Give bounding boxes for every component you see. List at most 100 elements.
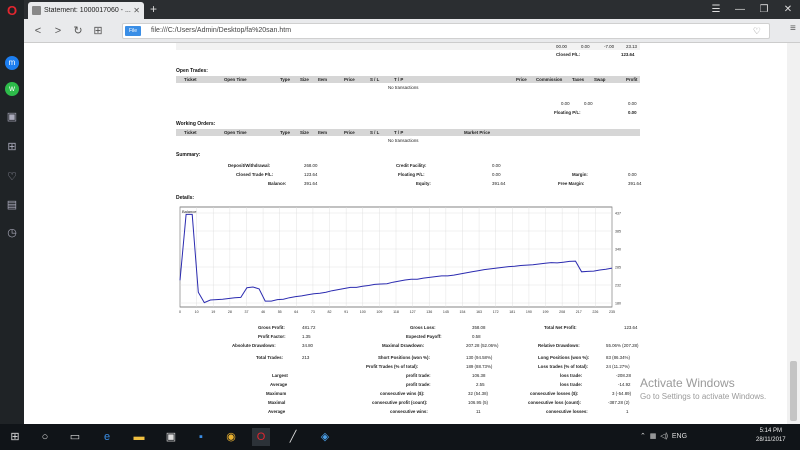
table-cell: 00.00 (556, 44, 567, 49)
new-tab-icon[interactable]: + (150, 1, 157, 18)
history-icon[interactable]: ◷ (5, 226, 19, 240)
x-tick-label: 172 (493, 310, 499, 314)
stat-label: Average (268, 409, 286, 414)
x-tick-label: 163 (476, 310, 482, 314)
tray-up-icon[interactable]: ⌃ (640, 433, 646, 440)
stat-label: consecutive profit (count): (372, 400, 428, 405)
x-tick-label: 37 (244, 310, 248, 314)
x-tick-label: 118 (393, 310, 399, 314)
whatsapp-icon[interactable]: w (5, 82, 19, 96)
tab-menu-icon[interactable]: ☰ (704, 0, 728, 19)
edge-icon[interactable]: e (98, 428, 116, 446)
x-tick-label: 109 (376, 310, 382, 314)
stats-row-6: Largest profit trade: 106.38 loss trade:… (176, 372, 640, 379)
summary-value: 391.64 (492, 181, 506, 186)
url-input[interactable]: File file:///C:/Users/Admin/Desktop/fa%2… (122, 23, 770, 39)
summary-value: 0.00 (628, 172, 637, 177)
search-icon[interactable]: ○ (36, 428, 54, 446)
y-tick-label: 180 (615, 302, 621, 306)
closed-pl-value: 123.64 (621, 52, 635, 57)
speed-dial-icon[interactable]: ⊞ (5, 140, 19, 154)
camera-icon[interactable]: ▣ (5, 110, 19, 124)
summary-row-1: Deposit/Withdrawal: 268.00 Credit Facili… (176, 162, 640, 169)
col-header: Type (280, 130, 290, 135)
x-tick-label: 217 (576, 310, 582, 314)
stat-value: 1.35 (302, 334, 311, 339)
x-tick-label: 226 (592, 310, 598, 314)
summary-label: Free Margin: (558, 181, 585, 186)
address-bar: < > ↻ ⊞ File file:///C:/Users/Admin/Desk… (24, 19, 800, 43)
x-tick-label: 199 (543, 310, 549, 314)
stats-row-4: Total Trades: 213 Short Positions (won %… (176, 354, 640, 361)
news-icon[interactable]: ▤ (5, 198, 19, 212)
language-indicator[interactable]: ENG (672, 433, 687, 440)
col-header: T / P (394, 77, 404, 82)
stat-label: Expected Payoff: (406, 334, 442, 339)
browser-tab[interactable]: Statement: 1000017060 - ... ✕ (28, 2, 144, 19)
y-tick-label: 385 (615, 230, 621, 234)
col-header: Price (516, 77, 527, 82)
easy-setup-icon[interactable]: ≡ (790, 23, 796, 34)
stat-value: 481.72 (302, 325, 316, 330)
no-transactions-text: No transactions (388, 85, 419, 90)
other-app-icon[interactable]: ◈ (316, 428, 334, 446)
minimize-icon[interactable]: — (728, 0, 752, 19)
scrollbar-thumb[interactable] (790, 361, 797, 421)
stat-value: 24 (11.27%) (606, 364, 630, 369)
closed-trade-row: 00.00 0.00 -7.00 23.13 (176, 43, 640, 50)
x-tick-label: 19 (211, 310, 215, 314)
bookmark-heart-icon[interactable]: ♡ (753, 24, 761, 38)
stat-label: Short Positions (won %): (378, 355, 430, 360)
tab-close-icon[interactable]: ✕ (133, 2, 140, 19)
volume-icon[interactable]: ◁) (660, 433, 668, 440)
messenger-icon[interactable]: m (5, 56, 19, 70)
closed-pl-label: Closed P/L: (556, 52, 581, 57)
tab-title: Statement: 1000017060 - ... (44, 7, 131, 14)
maximize-icon[interactable]: ❐ (752, 0, 776, 19)
back-icon[interactable]: < (30, 23, 46, 39)
start-windows-icon[interactable]: ⊞ (6, 428, 24, 446)
opera-logo-icon[interactable]: O (5, 4, 19, 18)
summary-label: Credit Facility: (396, 163, 427, 168)
no-orders-row: No transactions (176, 137, 640, 144)
balance-chart: Balance 0 10 19 28 37 46 55 64 73 82 91 100 109 118 12… (179, 206, 621, 314)
col-header: Type (280, 77, 290, 82)
col-header: Open Time (224, 77, 247, 82)
table-cell: 0.00 (628, 101, 637, 106)
stat-label: Total Net Profit: (544, 325, 577, 330)
stat-value: 207.28 (52.06%) (466, 343, 499, 348)
store-icon[interactable]: ▣ (162, 428, 180, 446)
working-orders-header: Ticket Open Time Type Size Item Price S … (176, 129, 640, 136)
stat-value: 11 (476, 409, 481, 414)
system-tray[interactable]: ⌃ ▦ ◁) ENG (640, 432, 687, 440)
network-icon[interactable]: ▦ (650, 433, 657, 440)
stat-label: Gross Loss: (410, 325, 436, 330)
task-view-icon[interactable]: ▭ (66, 428, 84, 446)
col-header: T / P (394, 130, 404, 135)
reload-icon[interactable]: ↻ (70, 23, 86, 39)
metatrader-icon[interactable]: ╱ (284, 428, 302, 446)
taskbar-clock[interactable]: 5:14 PM 28/11/2017 (756, 427, 786, 445)
file-explorer-icon[interactable]: ▬ (130, 428, 148, 446)
forward-icon[interactable]: > (50, 23, 66, 39)
stats-row-7: Average profit trade: 2.55 loss trade: -… (176, 381, 640, 388)
x-tick-label: 127 (410, 310, 416, 314)
heart-icon[interactable]: ♡ (5, 170, 19, 184)
opera-sidebar: O m w ▣ ⊞ ♡ ▤ ◷ (0, 0, 24, 424)
app-icon[interactable]: ▪ (192, 428, 210, 446)
chrome-icon[interactable]: ◉ (222, 428, 240, 446)
vertical-scrollbar[interactable] (787, 43, 800, 424)
stat-value: 55.06% (207.28) (606, 343, 639, 348)
stat-value: -14.92 (618, 382, 631, 387)
stat-label: Gross Profit: (258, 325, 285, 330)
x-tick-label: 28 (228, 310, 232, 314)
stat-label: Average (270, 382, 288, 387)
speed-dial-grid-icon[interactable]: ⊞ (90, 23, 106, 39)
stat-label: Loss trades (% of total): (538, 364, 589, 369)
stat-label: consecutive losses ($): (530, 391, 579, 396)
y-tick-label: 285 (615, 266, 621, 270)
tab-bar: Statement: 1000017060 - ... ✕ + ☰ — ❐ ✕ (24, 0, 800, 19)
stat-label: consecutive losses: (546, 409, 588, 414)
opera-taskbar-icon[interactable]: O (252, 428, 270, 446)
close-window-icon[interactable]: ✕ (776, 0, 800, 19)
